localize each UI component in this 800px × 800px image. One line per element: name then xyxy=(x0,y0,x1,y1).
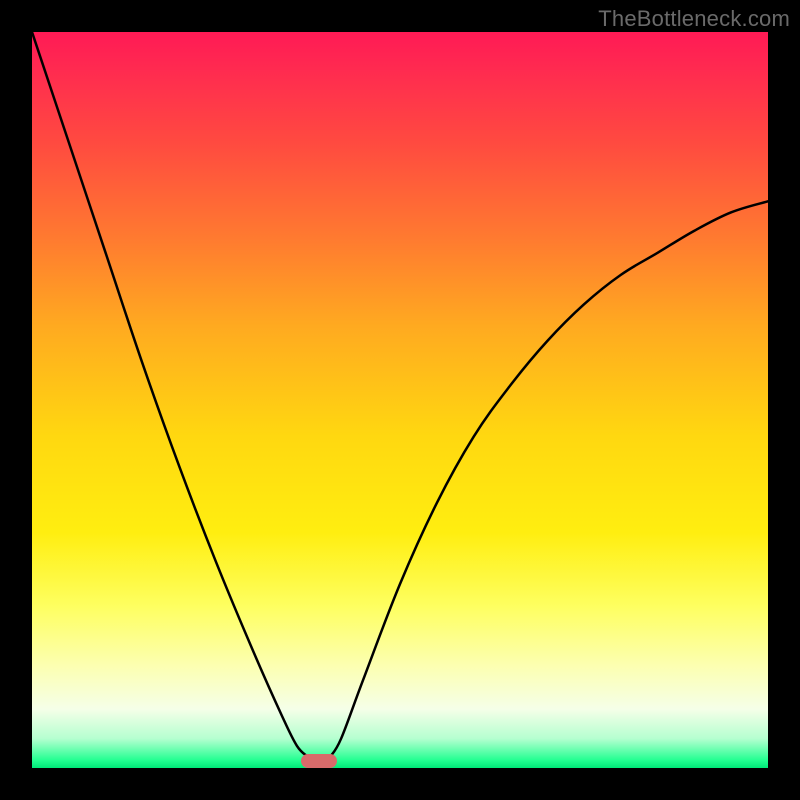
bottleneck-marker xyxy=(301,754,337,768)
curve-svg xyxy=(32,32,768,768)
watermark-text: TheBottleneck.com xyxy=(598,6,790,32)
curve-left xyxy=(32,32,308,757)
plot-area xyxy=(32,32,768,768)
curve-right xyxy=(330,201,768,757)
chart-container: TheBottleneck.com xyxy=(0,0,800,800)
